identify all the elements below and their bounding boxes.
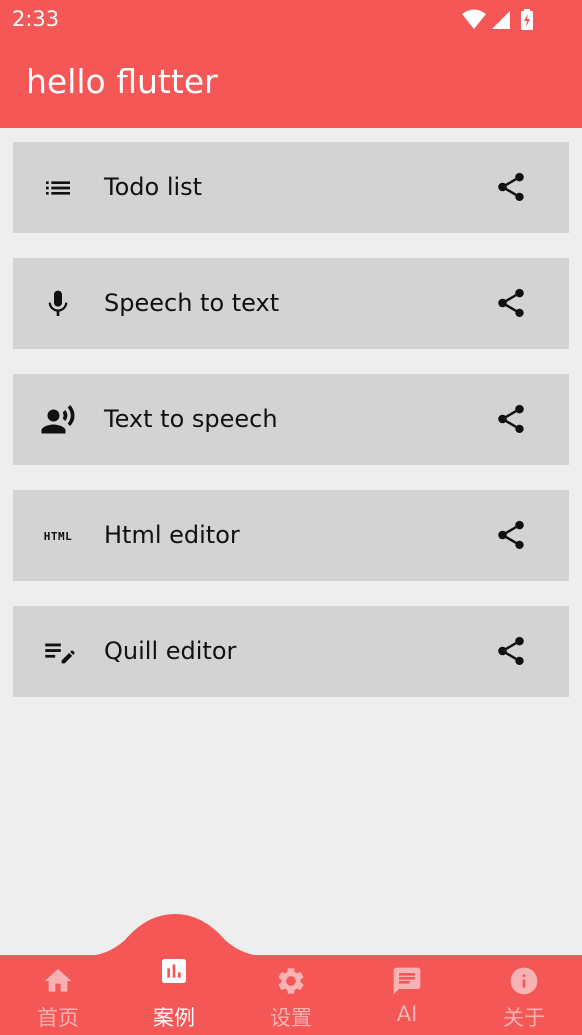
app-bar: 2:33 hello flutter <box>0 0 582 128</box>
home-icon <box>44 969 72 992</box>
list-item-label: Html editor <box>104 521 240 549</box>
chat-icon <box>393 967 421 995</box>
signal-icon <box>492 11 510 29</box>
list-item-label: Quill editor <box>104 637 237 665</box>
mic-icon <box>48 290 68 316</box>
list-icon <box>46 181 70 195</box>
list-item-text-to-speech[interactable]: Text to speech <box>13 374 569 465</box>
list-item-label: Speech to text <box>104 289 280 317</box>
share-icon[interactable] <box>494 518 528 552</box>
status-bar: 2:33 <box>0 0 582 40</box>
share-icon[interactable] <box>494 402 528 436</box>
nav-home[interactable]: 首页 <box>0 958 116 1034</box>
list-item-todo[interactable]: Todo list <box>13 142 569 233</box>
edit-note-icon <box>45 643 75 664</box>
nav-label: 案例 <box>153 1006 195 1030</box>
chart-icon <box>162 959 186 983</box>
page-title: hello flutter <box>26 62 218 101</box>
list-item-label: Text to speech <box>104 405 278 433</box>
list-item-label: Todo list <box>104 173 203 201</box>
nav-label: 关于 <box>503 1006 545 1030</box>
nav-label: AI <box>396 1002 418 1026</box>
share-icon[interactable] <box>494 634 528 668</box>
nav-about[interactable]: 关于 <box>466 958 582 1034</box>
list-item-html-editor[interactable]: HTML Html editor <box>13 490 569 581</box>
status-time: 2:33 <box>12 7 60 31</box>
html-icon: HTML <box>43 529 73 543</box>
nav-settings[interactable]: 设置 <box>233 958 349 1034</box>
gear-icon <box>278 968 304 994</box>
nav-label: 设置 <box>270 1006 312 1030</box>
nav-cases[interactable]: 案例 <box>116 948 232 1030</box>
list-item-speech-to-text[interactable]: Speech to text <box>13 258 569 349</box>
battery-charging-icon <box>521 9 533 30</box>
share-icon[interactable] <box>494 170 528 204</box>
list-item-quill-editor[interactable]: Quill editor <box>13 606 569 697</box>
wifi-icon <box>462 9 486 29</box>
case-list: Todo list Speech to text Text to speech <box>13 142 569 722</box>
info-icon <box>510 967 538 995</box>
nav-ai[interactable]: AI <box>349 958 465 1034</box>
nav-label: 首页 <box>37 1006 79 1030</box>
share-icon[interactable] <box>494 286 528 320</box>
record-voice-icon <box>41 405 75 434</box>
